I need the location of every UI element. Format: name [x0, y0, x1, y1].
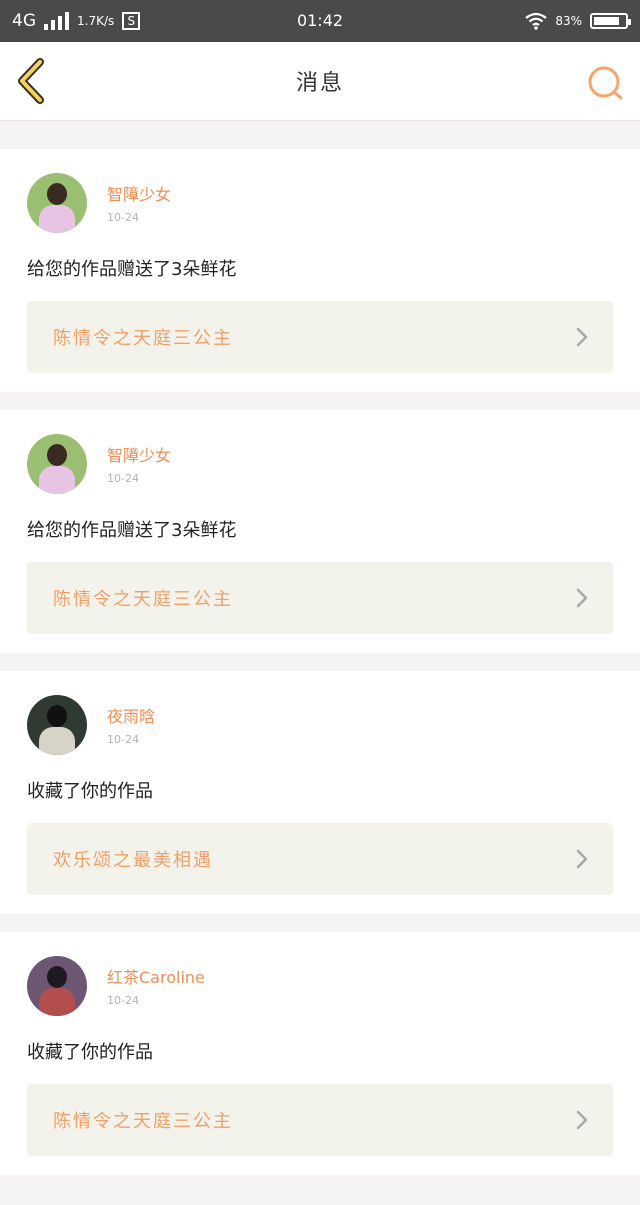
chevron-right-icon [576, 327, 588, 347]
back-button[interactable] [14, 58, 54, 104]
notification-list: 智障少女 10-24 给您的作品赠送了3朵鲜花 陈情令之天庭三公主 智障少女 1… [0, 149, 640, 1175]
wifi-icon [525, 12, 548, 30]
username[interactable]: 夜雨晗 [107, 703, 155, 727]
username[interactable]: 红茶Caroline [107, 964, 205, 988]
work-link[interactable]: 陈情令之天庭三公主 [27, 301, 613, 373]
work-title: 陈情令之天庭三公主 [53, 589, 233, 610]
network-speed: 1.7K/s [77, 14, 115, 28]
notification-message: 收藏了你的作品 [27, 781, 153, 802]
notification-message: 收藏了你的作品 [27, 1042, 153, 1063]
avatar[interactable] [27, 173, 87, 233]
avatar[interactable] [27, 695, 87, 755]
signal-icon [44, 12, 69, 30]
notification-message: 给您的作品赠送了3朵鲜花 [27, 259, 237, 280]
nav-header: 消息 [0, 42, 640, 121]
chevron-right-icon [576, 849, 588, 869]
work-link[interactable]: 陈情令之天庭三公主 [27, 562, 613, 634]
chevron-right-icon [576, 1110, 588, 1130]
notification-card: 智障少女 10-24 给您的作品赠送了3朵鲜花 陈情令之天庭三公主 [0, 149, 640, 392]
work-link[interactable]: 欢乐颂之最美相遇 [27, 823, 613, 895]
s-badge-icon: S [122, 12, 141, 30]
work-title: 陈情令之天庭三公主 [53, 328, 233, 349]
notification-message: 给您的作品赠送了3朵鲜花 [27, 520, 237, 541]
status-left: 4G 1.7K/s S [12, 11, 141, 31]
status-right: 83% [525, 12, 631, 30]
work-link[interactable]: 陈情令之天庭三公主 [27, 1084, 613, 1156]
timestamp: 10-24 [107, 211, 139, 224]
notification-card: 智障少女 10-24 给您的作品赠送了3朵鲜花 陈情令之天庭三公主 [0, 410, 640, 653]
status-bar: 4G 1.7K/s S 01:42 83% [0, 0, 640, 42]
timestamp: 10-24 [107, 472, 139, 485]
timestamp: 10-24 [107, 994, 139, 1007]
notification-card: 夜雨晗 10-24 收藏了你的作品 欢乐颂之最美相遇 [0, 671, 640, 914]
avatar[interactable] [27, 956, 87, 1016]
page-title: 消息 [295, 71, 344, 96]
chevron-right-icon [576, 588, 588, 608]
username[interactable]: 智障少女 [107, 181, 171, 205]
network-label: 4G [12, 11, 36, 31]
battery-icon [590, 13, 631, 29]
work-title: 陈情令之天庭三公主 [53, 1111, 233, 1132]
battery-percent: 83% [555, 14, 582, 28]
work-title: 欢乐颂之最美相遇 [53, 850, 213, 871]
search-button[interactable] [586, 64, 624, 102]
timestamp: 10-24 [107, 733, 139, 746]
notification-card: 红茶Caroline 10-24 收藏了你的作品 陈情令之天庭三公主 [0, 932, 640, 1175]
avatar[interactable] [27, 434, 87, 494]
username[interactable]: 智障少女 [107, 442, 171, 466]
